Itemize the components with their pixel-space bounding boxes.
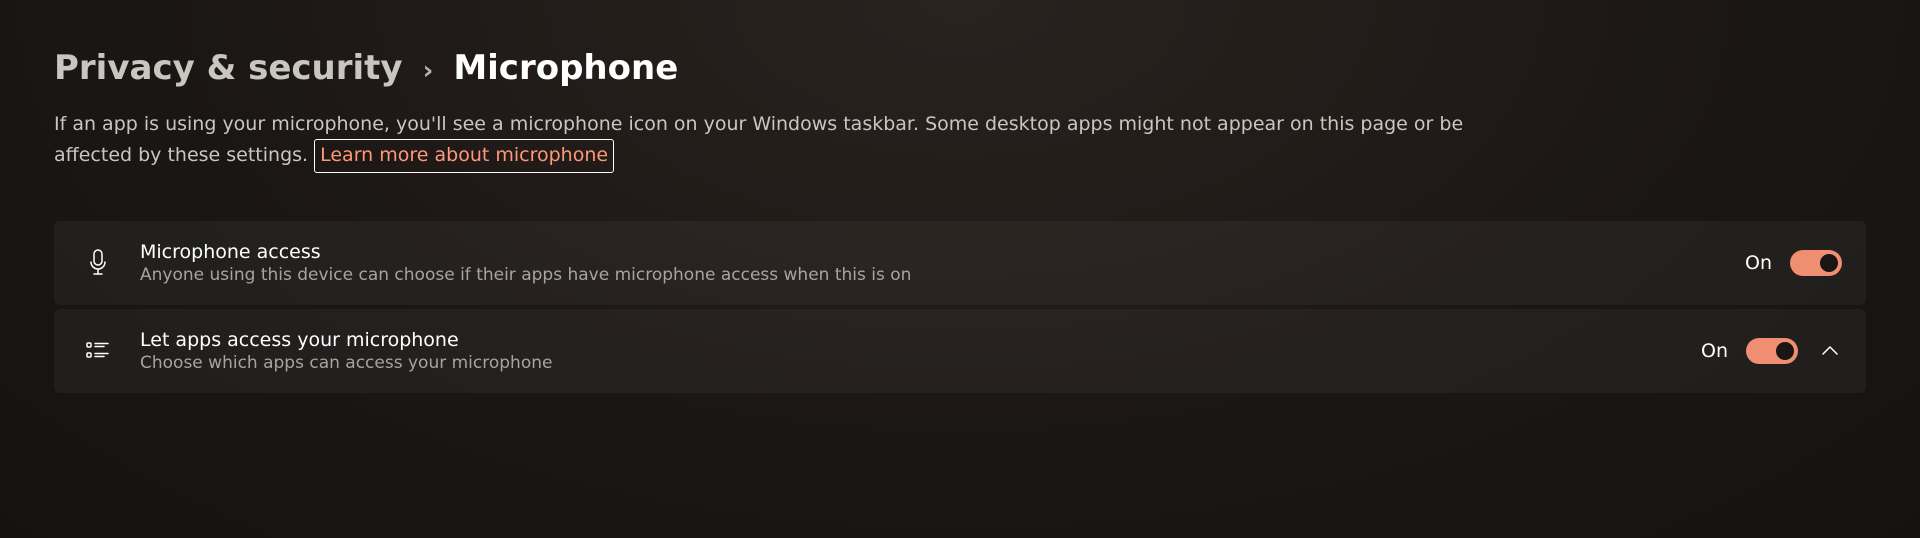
toggle-state-label: On (1701, 340, 1728, 362)
breadcrumb: Privacy & security › Microphone (54, 48, 1866, 88)
chevron-up-icon[interactable] (1818, 346, 1842, 356)
toggle-knob (1776, 342, 1794, 360)
setting-subtitle: Choose which apps can access your microp… (140, 353, 1701, 373)
toggle-state-label: On (1745, 252, 1772, 274)
setting-subtitle: Anyone using this device can choose if t… (140, 265, 1745, 285)
setting-text-block: Microphone access Anyone using this devi… (118, 241, 1745, 285)
page-title: Microphone (453, 48, 678, 88)
setting-let-apps-access[interactable]: Let apps access your microphone Choose w… (54, 309, 1866, 393)
setting-title: Let apps access your microphone (140, 329, 1701, 351)
setting-title: Microphone access (140, 241, 1745, 263)
list-icon (78, 339, 118, 363)
setting-text-block: Let apps access your microphone Choose w… (118, 329, 1701, 373)
microphone-icon (78, 249, 118, 277)
setting-microphone-access[interactable]: Microphone access Anyone using this devi… (54, 221, 1866, 305)
settings-list: Microphone access Anyone using this devi… (54, 221, 1866, 393)
toggle-knob (1820, 254, 1838, 272)
let-apps-access-toggle[interactable] (1746, 338, 1798, 364)
breadcrumb-parent[interactable]: Privacy & security (54, 48, 403, 88)
description-text: If an app is using your microphone, you'… (54, 113, 1463, 166)
microphone-access-toggle[interactable] (1790, 250, 1842, 276)
learn-more-link[interactable]: Learn more about microphone (314, 139, 614, 172)
page-description: If an app is using your microphone, you'… (54, 110, 1514, 173)
chevron-right-icon: › (423, 56, 434, 86)
